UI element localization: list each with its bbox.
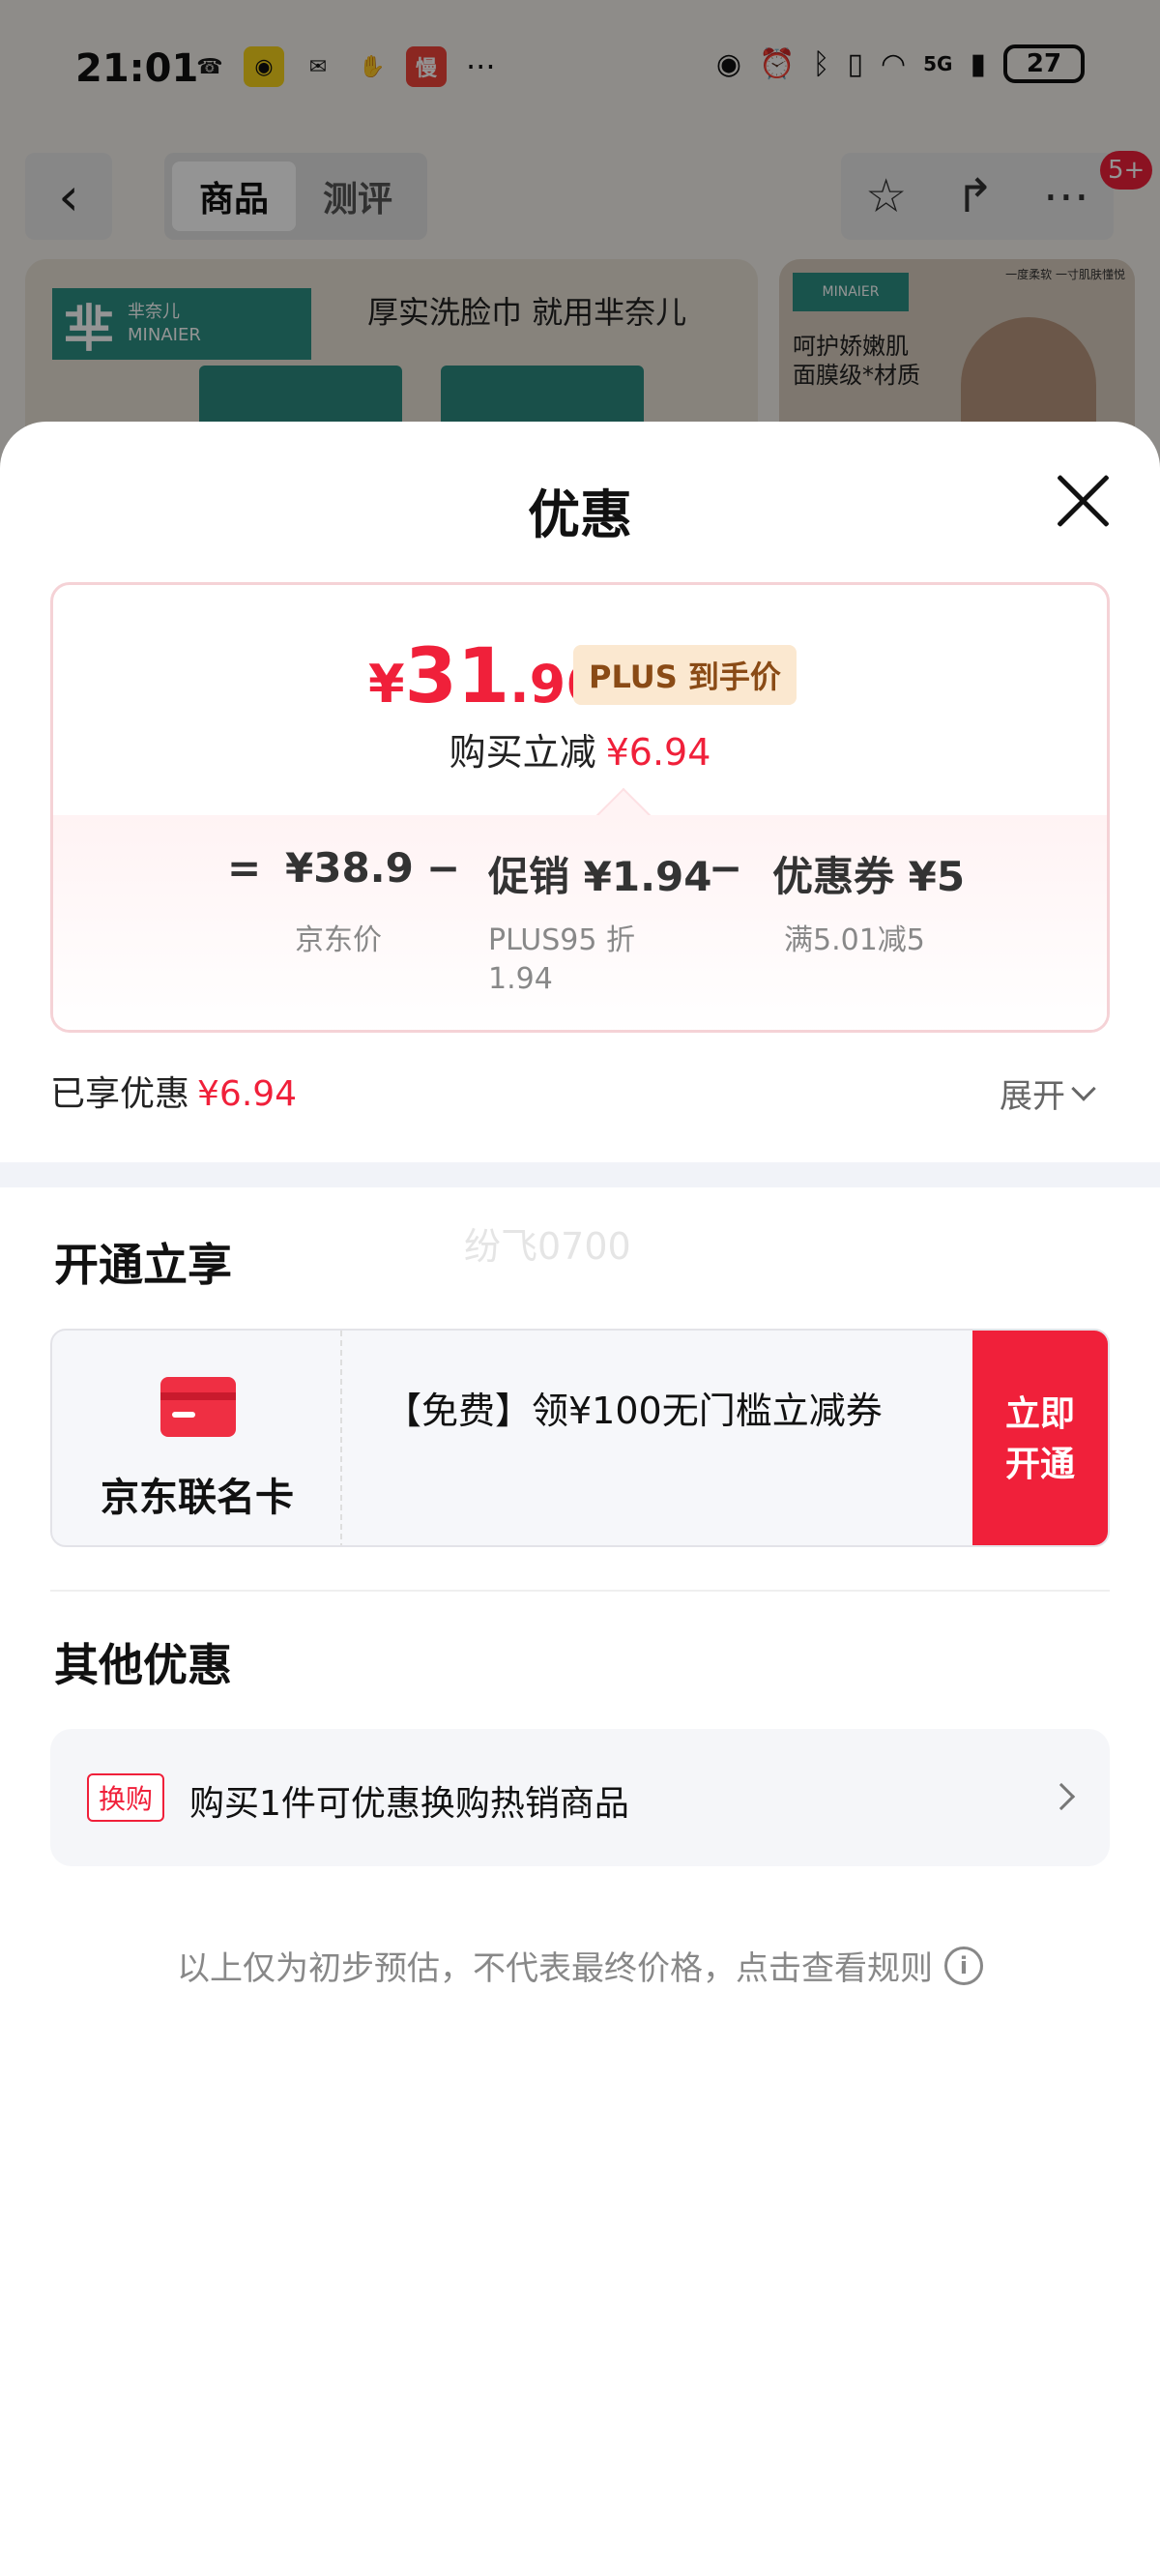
trade-in-offer-row[interactable]: 换购 购买1件可优惠换购热销商品: [50, 1729, 1110, 1866]
coupon-amount: 优惠券 ¥5: [772, 853, 966, 900]
price-calculation: = ¥38.9 京东价 − 促销 ¥1.94 PLUS95 折 1.94 − 优…: [53, 815, 1107, 1030]
other-section-title: 其他优惠: [54, 1639, 232, 1691]
rules-note-text: 以上仅为初步预估，不代表最终价格，点击查看规则: [177, 1949, 933, 1988]
open-card-button-line2: 开通: [1004, 1445, 1075, 1484]
promo-label-line1: PLUS95 折: [488, 923, 636, 957]
minus-sign: −: [709, 844, 743, 892]
close-icon[interactable]: [1044, 462, 1121, 540]
discount-sheet: 优惠 ¥ 31 .96 PLUS 到手价 购买立减 ¥6.94 = ¥38.9 京…: [0, 422, 1160, 2576]
credit-card-icon: [160, 1377, 236, 1437]
trade-in-text: 购买1件可优惠换购热销商品: [189, 1784, 629, 1824]
equals-sign: =: [227, 844, 262, 892]
promo-label-line2: 1.94: [488, 962, 553, 996]
promo-label: PLUS95 折 1.94: [488, 922, 635, 999]
jd-price-label: 京东价: [295, 923, 382, 957]
watermark: 纷飞0700: [464, 1225, 631, 1268]
section-divider: [0, 1162, 1160, 1187]
divider: [50, 1590, 1110, 1592]
jd-price: ¥38.9: [285, 844, 414, 892]
info-icon[interactable]: i: [944, 1946, 983, 1985]
chevron-down-icon: [1071, 1075, 1096, 1101]
sheet-title: 优惠: [528, 484, 632, 545]
price-breakdown-card: ¥ 31 .96 PLUS 到手价 购买立减 ¥6.94 = ¥38.9 京东价 …: [50, 582, 1110, 1033]
plus-price-tag: PLUS 到手价: [573, 645, 797, 705]
rules-note[interactable]: 以上仅为初步预估，不代表最终价格，点击查看规则 i: [0, 1942, 1160, 1989]
instant-reduction: 购买立减 ¥6.94: [53, 722, 1107, 776]
chevron-right-icon: [1047, 1782, 1076, 1811]
price-integer: 31: [404, 633, 510, 720]
card-offer-desc: 【免费】领¥100无门槛立减券: [385, 1390, 883, 1432]
minus-sign: −: [426, 844, 461, 892]
price-symbol: ¥: [368, 654, 405, 715]
open-card-button-line1: 立即: [1004, 1394, 1075, 1434]
promo-amount: 促销 ¥1.94: [488, 853, 712, 900]
expand-button[interactable]: 展开: [1000, 1069, 1096, 1117]
enjoyed-discount-amount: ¥6.94: [197, 1074, 298, 1114]
expand-label: 展开: [1000, 1077, 1065, 1116]
trade-in-tag: 换购: [87, 1773, 165, 1822]
open-card-button[interactable]: 立即 开通: [972, 1331, 1108, 1545]
instant-reduction-label: 购买立减: [449, 731, 596, 774]
card-name: 京东联名卡: [101, 1476, 294, 1520]
enjoyed-discount-label: 已享优惠: [50, 1074, 190, 1114]
enjoyed-discount: 已享优惠 ¥6.94: [50, 1066, 297, 1116]
instant-reduction-amount: ¥6.94: [605, 731, 711, 774]
final-price: ¥ 31 .96: [368, 633, 602, 720]
co-brand-card-offer[interactable]: 京东联名卡 【免费】领¥100无门槛立减券 立即开通: [50, 1329, 1110, 1547]
coupon-label: 满5.01减5: [784, 923, 925, 957]
open-section-title: 开通立享: [54, 1239, 232, 1291]
